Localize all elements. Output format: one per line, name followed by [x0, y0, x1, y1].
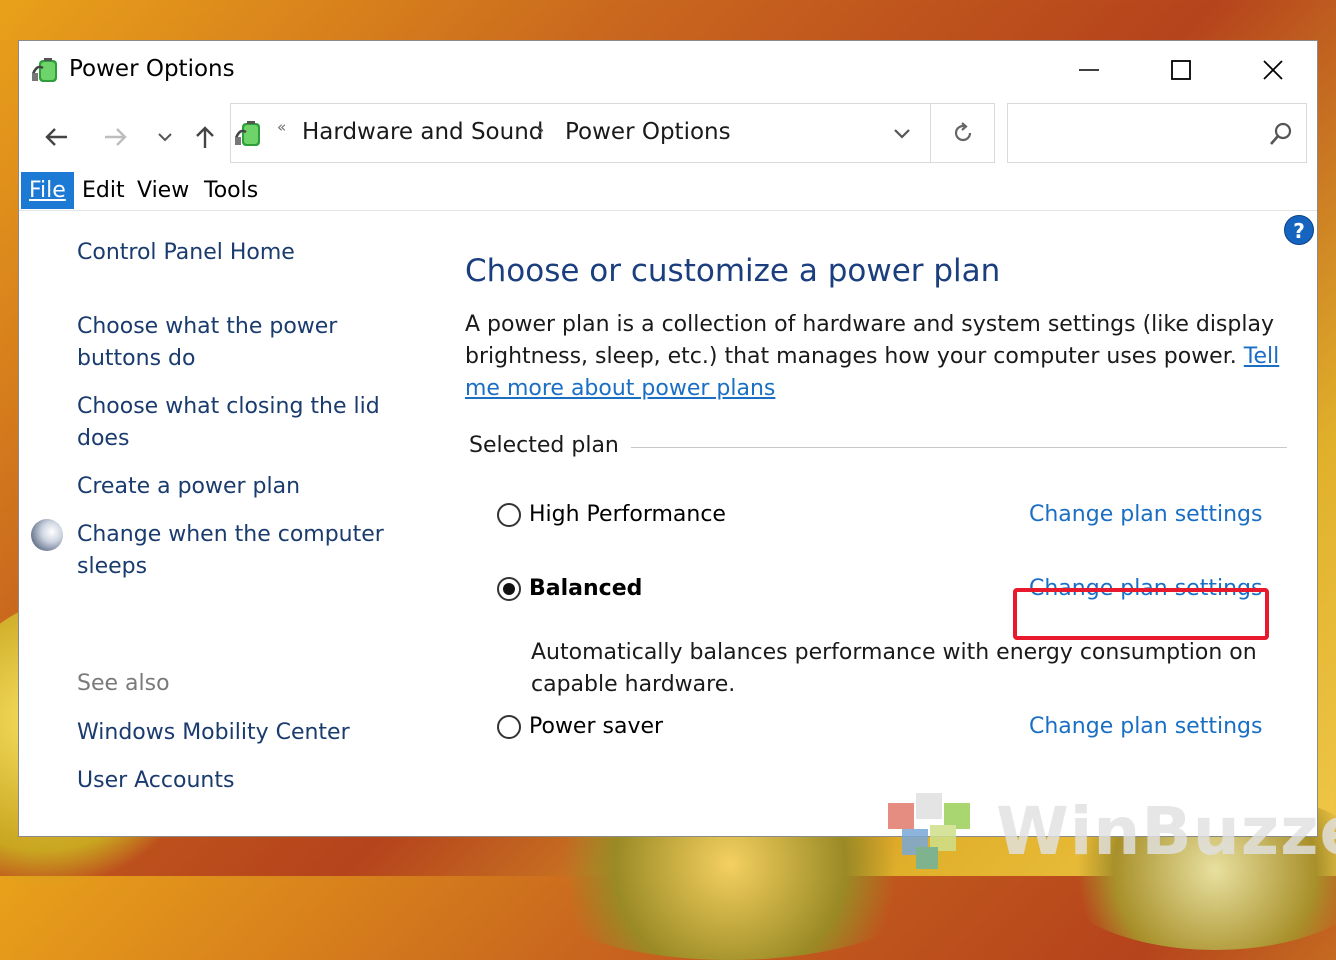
- change-plan-settings-link[interactable]: Change plan settings: [1029, 497, 1262, 533]
- help-icon[interactable]: ?: [1284, 215, 1314, 245]
- address-bar[interactable]: « Hardware and Sound › Power Options: [230, 103, 995, 163]
- plan-radio-high-performance[interactable]: [497, 503, 521, 527]
- change-plan-settings-link[interactable]: Change plan settings: [1029, 709, 1262, 745]
- maximize-button[interactable]: [1135, 41, 1227, 99]
- arrow-right-icon: [105, 128, 127, 146]
- sidebar-link-user-accounts[interactable]: User Accounts: [77, 765, 407, 797]
- see-also-heading: See also: [77, 671, 170, 696]
- menu-file[interactable]: File: [21, 172, 74, 209]
- chevron-down-icon: [158, 133, 172, 142]
- power-options-icon: [234, 121, 260, 146]
- arrow-up-icon: [196, 126, 214, 148]
- plan-radio-power-saver[interactable]: [497, 715, 521, 739]
- plan-row-high-performance: High Performance Change plan settings: [495, 497, 1295, 533]
- plan-name[interactable]: Power saver: [529, 709, 663, 745]
- recent-locations-button[interactable]: [147, 119, 183, 155]
- maximize-icon: [1171, 60, 1191, 80]
- refresh-button[interactable]: [930, 104, 995, 162]
- menu-tools[interactable]: Tools: [196, 172, 266, 209]
- sidebar-link-closing-lid[interactable]: Choose what closing the lid does: [77, 391, 407, 455]
- sidebar-link-mobility-center[interactable]: Windows Mobility Center: [77, 717, 407, 749]
- navigation-bar: « Hardware and Sound › Power Options: [19, 101, 1317, 167]
- breadcrumb-separator[interactable]: ›: [536, 118, 545, 143]
- sidebar-link-computer-sleeps[interactable]: Change when the computer sleeps: [77, 519, 407, 583]
- search-input[interactable]: [1007, 103, 1307, 163]
- breadcrumb-power-options[interactable]: Power Options: [565, 119, 731, 145]
- sidebar-link-power-buttons[interactable]: Choose what the power buttons do: [77, 311, 407, 375]
- window-title: Power Options: [69, 56, 235, 82]
- winbuzzer-watermark: WinBuzzer: [884, 785, 1336, 871]
- page-description: A power plan is a collection of hardware…: [465, 309, 1295, 405]
- chevron-down-icon: [894, 129, 910, 139]
- plan-radio-balanced[interactable]: [497, 577, 521, 601]
- overflow-chevron[interactable]: «: [277, 118, 286, 136]
- minimize-button[interactable]: [1043, 41, 1135, 99]
- menu-file-label: File: [29, 178, 66, 203]
- plan-description: Automatically balances performance with …: [531, 640, 1257, 697]
- power-options-window: Power Options « Hardware and Sound › Pow…: [18, 40, 1318, 837]
- refresh-icon: [954, 122, 972, 142]
- sidebar-link-create-power-plan[interactable]: Create a power plan: [77, 471, 407, 503]
- menu-edit[interactable]: Edit: [74, 172, 133, 209]
- watermark-text: WinBuzzer: [996, 793, 1336, 870]
- menu-bar: File Edit View Tools: [19, 172, 1317, 211]
- plan-name[interactable]: Balanced: [529, 571, 642, 607]
- title-bar[interactable]: Power Options: [19, 41, 1317, 99]
- description-text: A power plan is a collection of hardware…: [465, 312, 1274, 369]
- winbuzzer-logo-icon: [888, 793, 970, 869]
- moon-icon: [31, 519, 63, 551]
- breadcrumb-hardware-and-sound[interactable]: Hardware and Sound: [302, 119, 543, 145]
- close-icon: [1263, 60, 1283, 80]
- up-button[interactable]: [187, 119, 223, 155]
- sidebar: Control Panel Home Choose what the power…: [19, 211, 439, 831]
- plan-row-power-saver: Power saver Change plan settings: [495, 709, 1295, 745]
- menu-view[interactable]: View: [129, 172, 197, 209]
- back-button[interactable]: [39, 119, 75, 155]
- minimize-icon: [1079, 69, 1099, 71]
- power-options-icon: [31, 58, 57, 82]
- selected-plan-heading: Selected plan: [469, 433, 631, 458]
- page-title: Choose or customize a power plan: [465, 253, 1001, 289]
- arrow-left-icon: [45, 128, 67, 146]
- sidebar-link-control-panel-home[interactable]: Control Panel Home: [77, 237, 407, 269]
- search-icon: [1270, 122, 1292, 145]
- address-dropdown-button[interactable]: [887, 119, 917, 149]
- close-button[interactable]: [1227, 41, 1319, 99]
- plan-name[interactable]: High Performance: [529, 497, 726, 533]
- group-divider: [625, 447, 1287, 448]
- forward-button[interactable]: [97, 119, 133, 155]
- highlight-box: [1013, 588, 1269, 640]
